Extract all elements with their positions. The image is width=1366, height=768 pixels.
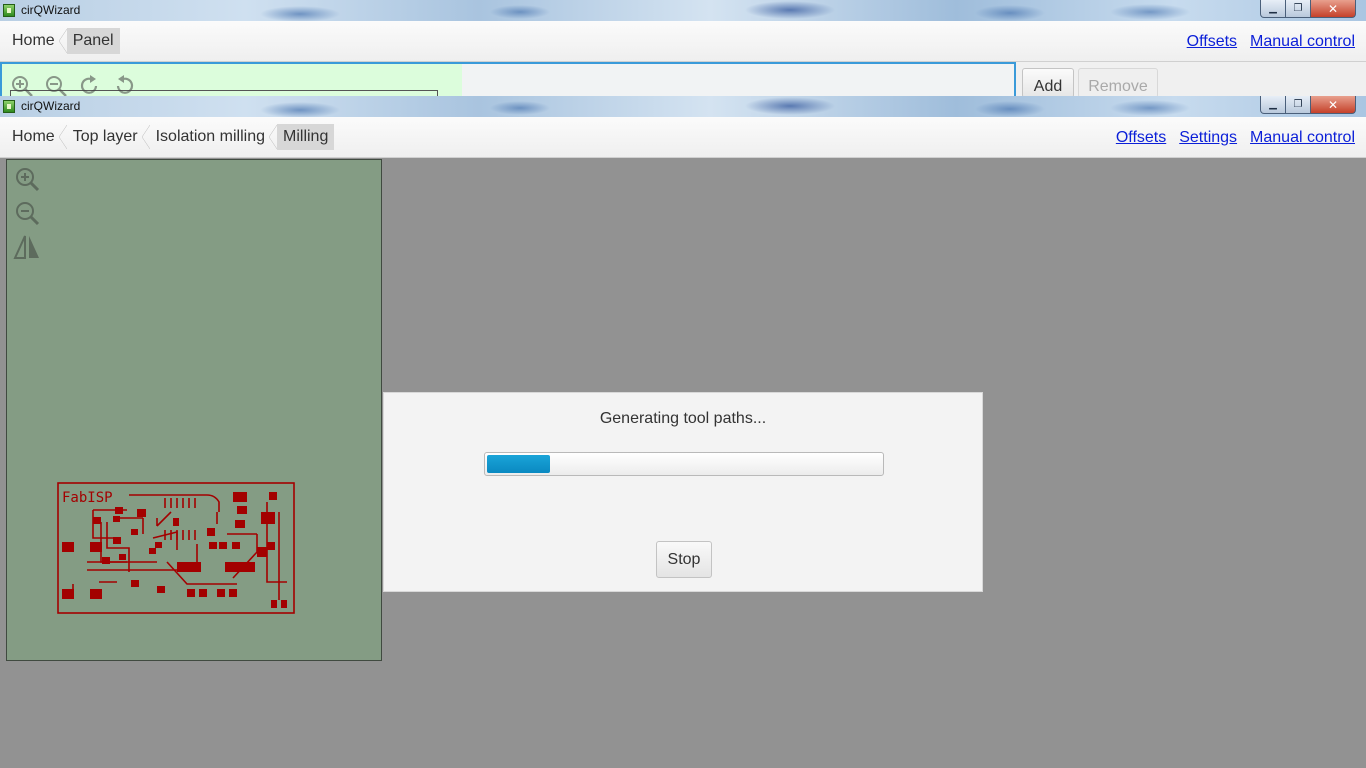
settings-link[interactable]: Settings [1179, 129, 1237, 147]
minimize-button[interactable]: ▁ [1260, 96, 1286, 114]
background-window-titlebar: cirQWizard ▁ ❐ ✕ [0, 0, 1366, 21]
add-button[interactable]: Add [1022, 68, 1074, 98]
main-window-titlebar: cirQWizard ▁ ❐ ✕ [0, 96, 1366, 117]
background-header: Home Panel Offsets Manual control [0, 21, 1366, 62]
breadcrumb-home[interactable]: Home [6, 28, 67, 54]
panel-toolbar [10, 74, 136, 98]
offsets-link[interactable]: Offsets [1187, 33, 1237, 51]
minimize-button[interactable]: ▁ [1260, 0, 1286, 18]
maximize-button[interactable]: ❐ [1286, 96, 1311, 114]
zoom-in-icon[interactable] [10, 74, 34, 98]
breadcrumb: Home Panel [6, 28, 120, 54]
flip-icon[interactable] [13, 234, 41, 260]
panel-canvas[interactable] [0, 62, 1016, 100]
remove-button[interactable]: Remove [1078, 68, 1158, 98]
header-links: Offsets Manual control [1187, 33, 1355, 51]
board-preview[interactable]: FabISP [6, 159, 382, 661]
breadcrumb-milling[interactable]: Milling [277, 124, 335, 150]
board-label: FabISP [62, 490, 113, 506]
breadcrumb-isolation-milling[interactable]: Isolation milling [150, 124, 278, 150]
zoom-out-icon[interactable] [44, 74, 68, 98]
breadcrumb-top-layer[interactable]: Top layer [67, 124, 150, 150]
pcb-layout: FabISP [57, 482, 295, 614]
progress-dialog: Generating tool paths... Stop [383, 392, 983, 592]
app-icon [3, 4, 15, 17]
manual-control-link[interactable]: Manual control [1250, 33, 1355, 51]
breadcrumb-panel[interactable]: Panel [66, 28, 120, 54]
manual-control-link[interactable]: Manual control [1250, 129, 1355, 147]
close-button[interactable]: ✕ [1311, 0, 1356, 18]
window-controls: ▁ ❐ ✕ [1260, 0, 1356, 18]
desktop-background [0, 0, 1366, 21]
background-content: Add Remove [0, 62, 1366, 100]
zoom-in-icon[interactable] [13, 166, 41, 192]
close-button[interactable]: ✕ [1311, 96, 1356, 114]
window-controls: ▁ ❐ ✕ [1260, 96, 1356, 114]
main-header: Home Top layer Isolation milling Milling… [0, 117, 1366, 158]
stop-button[interactable]: Stop [656, 541, 712, 578]
breadcrumb: Home Top layer Isolation milling Milling [6, 124, 335, 150]
preview-toolbar [13, 166, 41, 260]
progress-message: Generating tool paths... [599, 410, 767, 427]
progress-fill [487, 455, 550, 473]
zoom-out-icon[interactable] [13, 200, 41, 226]
maximize-button[interactable]: ❐ [1286, 0, 1311, 18]
app-icon [3, 100, 15, 113]
window-title: cirQWizard [21, 99, 81, 113]
breadcrumb-home[interactable]: Home [6, 124, 67, 150]
offsets-link[interactable]: Offsets [1116, 129, 1166, 147]
window-title: cirQWizard [21, 3, 81, 17]
rotate-cw-icon[interactable] [78, 74, 102, 98]
rotate-ccw-icon[interactable] [112, 74, 136, 98]
header-links: Offsets Settings Manual control [1116, 129, 1355, 147]
progress-bar [484, 452, 884, 476]
desktop-background [0, 96, 1366, 117]
